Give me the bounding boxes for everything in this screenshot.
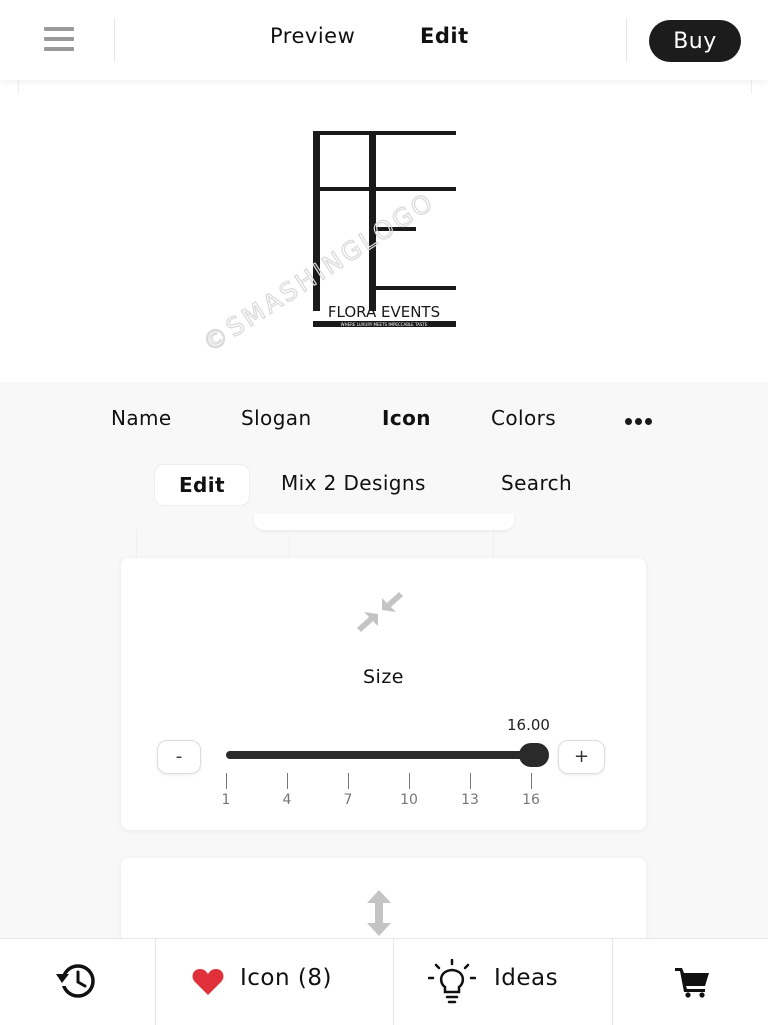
tab-slogan[interactable]: Slogan (241, 406, 312, 430)
tick-label: 4 (282, 792, 292, 808)
slider-tick (409, 773, 410, 789)
tab-name[interactable]: Name (111, 406, 172, 430)
ideas-label: Ideas (494, 965, 559, 991)
slider-tick (226, 773, 227, 789)
tab-preview[interactable]: Preview (270, 24, 355, 48)
slider-value: 16.00 (507, 716, 550, 734)
cart-button[interactable] (613, 939, 768, 1025)
slogan: WHERE LUXURY MEETS IMPECCABLE TASTE (341, 322, 428, 327)
buy-button[interactable]: Buy (649, 20, 741, 62)
tab-edit[interactable]: Edit (420, 24, 469, 48)
subtab-mix-2-designs[interactable]: Mix 2 Designs (281, 471, 426, 495)
slider-track[interactable] (226, 751, 533, 759)
slider-tick (470, 773, 471, 789)
top-bar: Preview Edit Buy (0, 0, 768, 80)
favorites-button[interactable]: Icon (8) (156, 939, 393, 1025)
slider-tick (531, 773, 532, 789)
slider-handle[interactable] (519, 743, 549, 767)
tick-label: 1 (221, 792, 231, 808)
history-button[interactable] (0, 939, 155, 1025)
increase-button[interactable]: + (558, 740, 605, 774)
tab-icon[interactable]: Icon (382, 406, 431, 430)
cart-icon (675, 968, 709, 998)
watermark: ©SMASHINGLOGO (200, 186, 440, 358)
menu-icon[interactable] (44, 27, 74, 51)
divider (114, 18, 115, 62)
dropdown-edge (254, 514, 514, 530)
size-title: Size (362, 666, 404, 688)
decrease-button[interactable]: - (157, 740, 201, 774)
lightbulb-icon (428, 959, 476, 1004)
tick-label: 16 (522, 792, 540, 808)
tick-label: 7 (343, 792, 353, 808)
shrink-icon (357, 592, 403, 632)
heart-icon (192, 969, 224, 995)
bottom-bar: Icon (8) Ideas (0, 938, 768, 1025)
vertical-resize-icon (367, 890, 391, 936)
size-card: Size 16.00 - + 1 4 7 10 13 16 (121, 558, 646, 830)
slider-tick (287, 773, 288, 789)
slider-tick (348, 773, 349, 789)
more-icon[interactable] (625, 410, 655, 429)
subtab-edit[interactable]: Edit (154, 464, 250, 506)
company-name: FLORA EVENTS (328, 303, 440, 321)
subtab-search[interactable]: Search (501, 471, 572, 495)
history-icon (54, 964, 95, 998)
logo-preview: FLORA EVENTS WHERE LUXURY MEETS IMPECCAB… (0, 80, 768, 382)
tick-label: 13 (461, 792, 479, 808)
tab-colors[interactable]: Colors (491, 406, 556, 430)
tick-label: 10 (400, 792, 418, 808)
icon-count-label: Icon (8) (240, 965, 332, 991)
ideas-button[interactable]: Ideas (394, 939, 612, 1025)
divider (626, 18, 627, 62)
logo-image: FLORA EVENTS WHERE LUXURY MEETS IMPECCAB… (200, 131, 456, 359)
